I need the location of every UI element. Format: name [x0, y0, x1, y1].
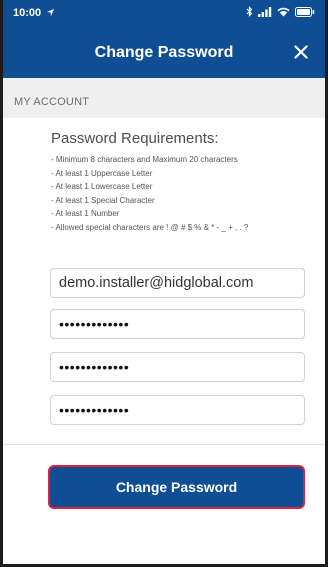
status-bar: 10:00 [3, 0, 325, 26]
new-password-value: ••••••••••••• [59, 359, 130, 375]
signal-icon [258, 6, 272, 17]
close-button[interactable] [289, 40, 313, 64]
current-password-field[interactable]: ••••••••••••• [50, 309, 305, 339]
wifi-icon [277, 7, 290, 17]
email-field[interactable]: demo.installer@hidglobal.com [50, 268, 305, 298]
current-password-value: ••••••••••••• [59, 316, 130, 332]
email-value: demo.installer@hidglobal.com [59, 275, 254, 291]
section-header: MY ACCOUNT [3, 78, 325, 118]
divider [3, 444, 325, 445]
password-requirements: Password Requirements: - Minimum 8 chara… [51, 130, 315, 234]
section-title: MY ACCOUNT [14, 96, 90, 108]
change-password-button[interactable]: Change Password [48, 465, 305, 509]
requirement-number: - At least 1 Number [51, 209, 120, 218]
requirement-length: - Minimum 8 characters and Maximum 20 ch… [51, 155, 238, 164]
battery-icon [295, 6, 315, 17]
status-icons [246, 6, 315, 17]
clock: 10:00 [13, 7, 42, 19]
new-password-field[interactable]: ••••••••••••• [50, 352, 305, 382]
status-time: 10:00 [13, 7, 55, 19]
requirement-special: - At least 1 Special Character [51, 195, 155, 205]
page-title: Change Password [94, 44, 234, 61]
app-screen: 10:00 Change Password MY ACCOUNT Passwor… [0, 0, 328, 567]
change-password-button-label: Change Password [115, 479, 238, 495]
header: 10:00 Change Password [3, 0, 325, 78]
close-icon [294, 45, 308, 59]
bluetooth-icon [246, 6, 253, 17]
location-arrow-icon [47, 8, 55, 17]
confirm-password-value: ••••••••••••• [59, 402, 130, 418]
requirements-title: Password Requirements: [51, 130, 219, 147]
requirement-allowed-characters: - Allowed special characters are ! @ # $… [51, 222, 249, 232]
requirement-lowercase: - At least 1 Lowercase Letter [51, 182, 153, 191]
confirm-password-field[interactable]: ••••••••••••• [50, 395, 305, 425]
requirement-uppercase: - At least 1 Uppercase Letter [51, 168, 153, 178]
